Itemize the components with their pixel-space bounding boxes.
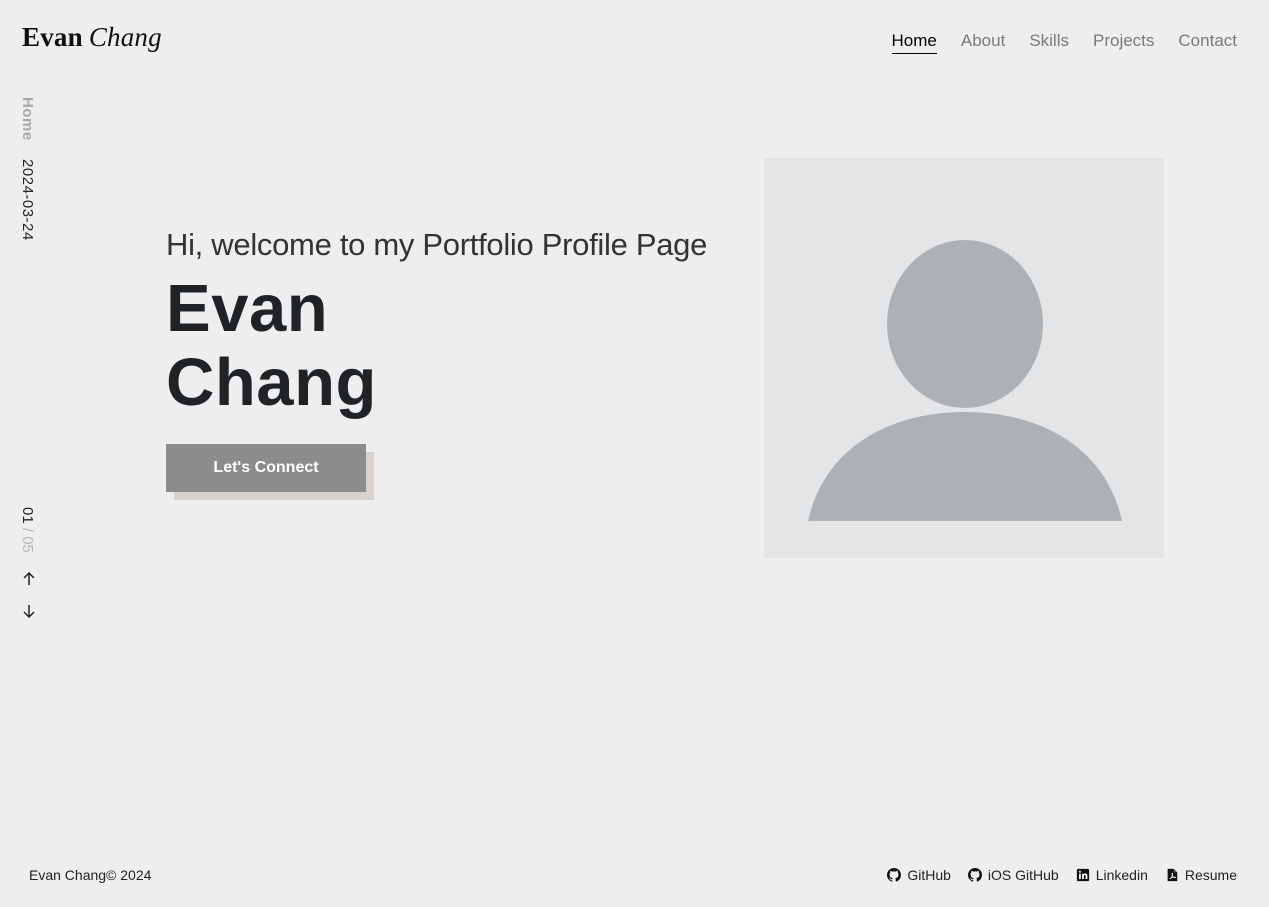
- footer-links: GitHub iOS GitHub Linkedin Resume: [887, 867, 1237, 883]
- pager-total: 05: [19, 536, 36, 553]
- hero-name: Evan Chang: [166, 272, 707, 420]
- hero-name-last: Chang: [166, 345, 377, 420]
- linkedin-icon: [1076, 868, 1089, 882]
- github-icon: [887, 868, 902, 882]
- site-footer: Evan Chang© 2024 GitHub iOS GitHub Linke…: [0, 863, 1269, 887]
- pager-separator: /: [19, 523, 36, 537]
- side-indicator: Home 2024-03-24: [19, 97, 36, 241]
- date-label: 2024-03-24: [19, 159, 36, 242]
- resume-link[interactable]: Resume: [1165, 867, 1237, 883]
- profile-avatar: [764, 158, 1164, 558]
- hero-greeting: Hi, welcome to my Portfolio Profile Page: [166, 227, 708, 262]
- nav-skills[interactable]: Skills: [1029, 31, 1069, 54]
- site-logo[interactable]: Evan Chang: [22, 22, 162, 53]
- hero-name-first: Evan: [166, 271, 329, 346]
- ios-github-link[interactable]: iOS GitHub: [967, 867, 1059, 883]
- nav-projects[interactable]: Projects: [1093, 31, 1154, 54]
- logo-last-name: Chang: [88, 22, 162, 52]
- top-nav: Home About Skills Projects Contact: [891, 31, 1237, 54]
- nav-contact[interactable]: Contact: [1178, 31, 1237, 54]
- section-pager: 01 / 05: [19, 507, 36, 553]
- section-down-button[interactable]: [20, 602, 38, 620]
- nav-home[interactable]: Home: [891, 31, 937, 54]
- copyright-text: Evan Chang© 2024: [29, 867, 152, 883]
- linkedin-link[interactable]: Linkedin: [1076, 867, 1148, 883]
- cta-wrapper: Let's Connect: [166, 444, 374, 500]
- resume-link-label: Resume: [1184, 867, 1237, 883]
- github-link[interactable]: GitHub: [887, 867, 951, 883]
- ios-github-link-label: iOS GitHub: [987, 867, 1059, 883]
- github-link-label: GitHub: [907, 867, 951, 883]
- github-icon: [967, 868, 982, 882]
- section-up-button[interactable]: [20, 570, 38, 588]
- logo-first-name: Evan: [22, 22, 83, 52]
- lets-connect-button[interactable]: Let's Connect: [166, 444, 366, 492]
- current-page-label: Home: [19, 97, 36, 141]
- arrow-down-icon: [23, 605, 35, 618]
- arrow-up-icon: [23, 572, 35, 585]
- linkedin-link-label: Linkedin: [1095, 867, 1148, 883]
- user-placeholder-icon: [808, 240, 1122, 521]
- hero-section: Hi, welcome to my Portfolio Profile Page…: [166, 226, 707, 500]
- pdf-file-icon: [1167, 868, 1178, 882]
- nav-about[interactable]: About: [961, 31, 1005, 54]
- pager-current: 01: [19, 507, 36, 524]
